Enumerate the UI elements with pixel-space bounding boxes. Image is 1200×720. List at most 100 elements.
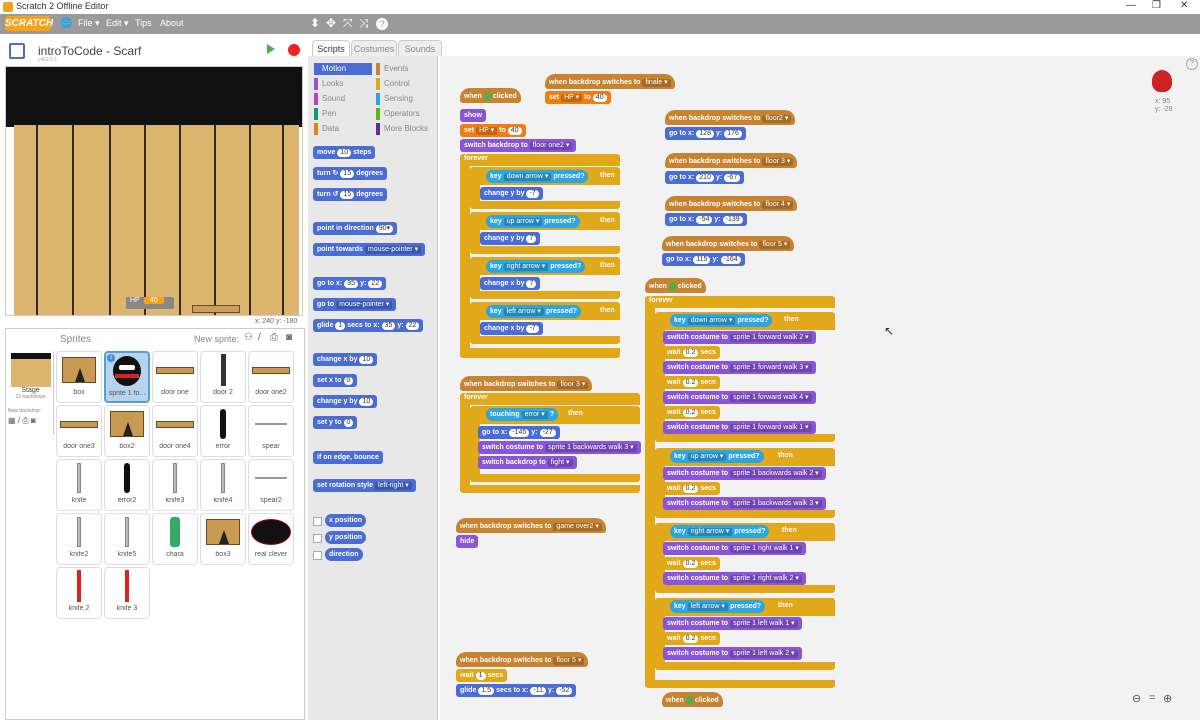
block-costume-fw4[interactable]: switch costume to sprite 1 forward walk 4…: [663, 391, 816, 404]
category-motion[interactable]: Motion: [314, 63, 372, 75]
category-more-blocks[interactable]: More Blocks: [376, 123, 434, 135]
reporter-x-position[interactable]: x position: [325, 514, 367, 527]
globe-icon[interactable]: 🌐: [60, 18, 72, 29]
block-change-y-down[interactable]: change y by -7: [480, 187, 543, 200]
sprite-item[interactable]: door one: [152, 351, 198, 403]
hat-backdrop-finale[interactable]: when backdrop switches to finale ▾: [545, 74, 675, 89]
block-show[interactable]: show: [460, 109, 486, 122]
sprite-item[interactable]: knife3: [152, 459, 198, 511]
paint-sprite-icon[interactable]: ⚇: [244, 332, 253, 343]
sensing-key-right-walk[interactable]: key right arrow ▾ pressed?: [670, 525, 770, 538]
checkbox-x-position[interactable]: [313, 517, 322, 526]
block-change-x-left[interactable]: change x by -7: [480, 322, 543, 335]
sprite-item[interactable]: sprite 1 fo... i: [104, 351, 150, 403]
category-looks[interactable]: Looks: [314, 78, 372, 90]
sprite-item[interactable]: knife4: [200, 459, 246, 511]
block-costume-lw2[interactable]: switch costume to sprite 1 left walk 2 ▾: [663, 647, 802, 660]
close-button[interactable]: ✕: [1180, 0, 1188, 11]
block-change-y-up[interactable]: change y by 7: [480, 232, 541, 245]
block-wait-fw3[interactable]: wait 0.2 secs: [663, 376, 720, 389]
stage-canvas[interactable]: HP 40: [5, 66, 303, 316]
sprite-item[interactable]: knife5: [104, 513, 150, 565]
block-change-y[interactable]: change y by 10: [313, 395, 378, 408]
sensing-key-left[interactable]: key left arrow ▾ pressed?: [486, 305, 582, 318]
category-sensing[interactable]: Sensing: [376, 93, 434, 105]
hat-backdrop-floor5-glide[interactable]: when backdrop switches to floor 5 ▾: [456, 652, 589, 667]
block-hide[interactable]: hide: [456, 535, 479, 548]
shrink-icon[interactable]: ⤧: [343, 16, 353, 31]
block-wait-bw2[interactable]: wait 0.2 secs: [663, 482, 720, 495]
info-icon[interactable]: ?: [1186, 58, 1198, 70]
sprite-item[interactable]: chara: [152, 513, 198, 565]
block-change-x-right[interactable]: change x by 7: [480, 277, 541, 290]
stop-icon[interactable]: [288, 44, 300, 56]
tab-costumes[interactable]: Costumes: [351, 40, 397, 56]
block-costume-fw2[interactable]: switch costume to sprite 1 forward walk 2…: [663, 331, 816, 344]
sensing-key-left-walk[interactable]: key left arrow ▾ pressed?: [670, 600, 766, 613]
block-goto-floor5[interactable]: go to x: 115 y: -164: [662, 253, 745, 266]
block-switch-costume-error[interactable]: switch costume to sprite 1 backwards walk…: [478, 441, 641, 454]
tab-scripts[interactable]: Scripts: [312, 40, 350, 56]
script-area[interactable]: when clicked show set HP ▾ to 40 switch back…: [440, 56, 1200, 720]
block-goto-floor2[interactable]: go to x: 128 y: 176: [665, 127, 746, 140]
help-icon[interactable]: ?: [376, 18, 388, 30]
block-set-x[interactable]: set x to 0: [313, 374, 358, 387]
block-goto[interactable]: go to mouse-pointer ▾: [313, 298, 397, 311]
stage-thumbnail[interactable]: Stage 12 backdrops New backdrop: ▦ / ⎙ ◙: [8, 351, 54, 435]
reporter-direction[interactable]: direction: [325, 548, 363, 561]
sensing-key-down[interactable]: key down arrow ▾ pressed?: [486, 170, 589, 183]
category-events[interactable]: Events: [376, 63, 434, 75]
category-operators[interactable]: Operators: [376, 108, 434, 120]
scratch-logo[interactable]: SCRATCH: [5, 16, 53, 31]
category-sound[interactable]: Sound: [314, 93, 372, 105]
category-pen[interactable]: Pen: [314, 108, 372, 120]
block-goto-floor3[interactable]: go to x: 210 y: -67: [665, 171, 745, 184]
block-wait-lw1[interactable]: wait 0.2 secs: [663, 632, 720, 645]
reporter-y-position[interactable]: y position: [325, 531, 367, 544]
sprite-item[interactable]: door one4: [152, 405, 198, 457]
block-set-hp-finale[interactable]: set HP ▾ to 40: [545, 91, 611, 104]
tab-sounds[interactable]: Sounds: [398, 40, 442, 56]
sprite-item[interactable]: door one3: [56, 405, 102, 457]
sensing-key-down-walk[interactable]: key down arrow ▾ pressed?: [670, 314, 773, 327]
block-costume-rw2[interactable]: switch costume to sprite 1 right walk 2 ▾: [663, 572, 806, 585]
presentation-mode-icon[interactable]: [9, 43, 25, 59]
menu-tips[interactable]: Tips: [135, 18, 152, 28]
hat-backdrop-floor3-error[interactable]: when backdrop switches to floor 3 ▾: [460, 376, 593, 391]
sprite-item[interactable]: error: [200, 405, 246, 457]
block-switch-backdrop[interactable]: switch backdrop to floor one2 ▾: [460, 139, 577, 152]
sprite-item[interactable]: door one2: [248, 351, 294, 403]
block-goto-floor4[interactable]: go to x: -54 y: -139: [665, 213, 747, 226]
sprite-item[interactable]: knife 2: [56, 567, 102, 619]
block-switch-backdrop-fight[interactable]: switch backdrop to fight ▾: [478, 456, 577, 469]
restore-button[interactable]: ❐: [1152, 0, 1161, 11]
block-glide[interactable]: glide 1 secs to x: 35 y: 22: [313, 319, 424, 332]
block-costume-bw3[interactable]: switch costume to sprite 1 backwards walk…: [663, 497, 826, 510]
category-data[interactable]: Data: [314, 123, 372, 135]
sprite-item[interactable]: spear: [248, 405, 294, 457]
zoom-in-icon[interactable]: ⊕: [1163, 692, 1172, 705]
block-set-hp[interactable]: set HP ▾ to 40: [460, 124, 526, 137]
menu-about[interactable]: About: [160, 18, 184, 28]
sensing-key-up-walk[interactable]: key up arrow ▾ pressed?: [670, 450, 764, 463]
hat-backdrop-floor2[interactable]: when backdrop switches to floor2 ▾: [665, 110, 796, 125]
block-goto-xy[interactable]: go to x: 35 y: 22: [313, 277, 387, 290]
upload-icon[interactable]: ⎙: [270, 332, 278, 343]
block-goto-error[interactable]: go to x: -145 y: -27: [478, 426, 560, 439]
menu-file[interactable]: File ▾: [78, 18, 100, 29]
backdrop-tools-icon[interactable]: ▦ / ⎙ ◙: [8, 416, 53, 426]
grow-icon[interactable]: ✥: [326, 16, 336, 30]
block-move[interactable]: move 10 steps: [313, 146, 376, 159]
block-costume-fw1[interactable]: switch costume to sprite 1 forward walk 1…: [663, 421, 816, 434]
camera-icon[interactable]: ◙: [286, 332, 292, 343]
sensing-key-right[interactable]: key right arrow ▾ pressed?: [486, 260, 586, 273]
hat-when-flag-clicked[interactable]: when clicked: [460, 88, 521, 103]
category-control[interactable]: Control: [376, 78, 434, 90]
sprite-item[interactable]: error2: [104, 459, 150, 511]
block-costume-fw3[interactable]: switch costume to sprite 1 forward walk 3…: [663, 361, 816, 374]
hat-when-flag-clicked-2[interactable]: when clicked: [645, 278, 706, 293]
zoom-reset-icon[interactable]: =: [1149, 692, 1155, 704]
block-rotation-style[interactable]: set rotation style left-right ▾: [313, 479, 416, 492]
green-flag-icon[interactable]: [267, 44, 275, 54]
block-costume-bw2[interactable]: switch costume to sprite 1 backwards walk…: [663, 467, 826, 480]
